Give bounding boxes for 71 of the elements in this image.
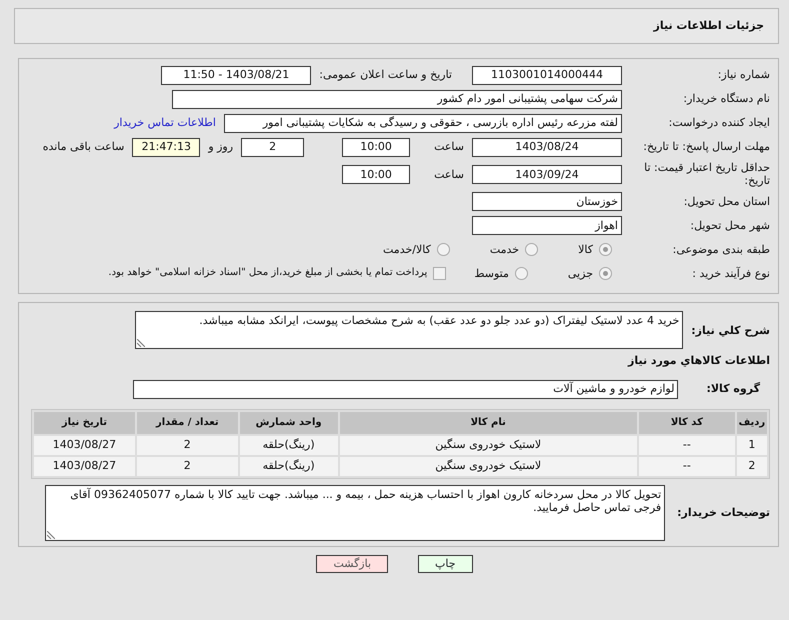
field-label: طبقه بندی موضوعی:	[672, 242, 770, 256]
print-button[interactable]: چاپ	[418, 554, 473, 573]
description-text: خرید 4 عدد لاستیک لیفتراک (دو عدد جلو دو عدد عقب) به شرح مشخصات پیوست، ایرانکد مشابه میباشد.	[199, 314, 680, 328]
column-header: واحد شمارش	[240, 412, 338, 434]
field-label: نام دستگاه خریدار:	[682, 92, 770, 106]
section-heading: اطلاعات کالاهاي مورد نياز	[626, 354, 770, 368]
table-cell: 2	[136, 436, 238, 455]
table-cell: --	[638, 436, 735, 455]
radio-button[interactable]	[436, 242, 450, 256]
city-field[interactable]: اهواز	[472, 216, 622, 235]
notes-field[interactable]: تحویل کالا در محل سردخانه کارون اهواز با احتساب هزینه حمل ، بیمه و ... میباشد. جهت تایید کالا با شماره 09362405077 آقای فرجی تماس حاصل فرمایید.	[45, 484, 666, 541]
resize-grip-icon[interactable]	[47, 530, 56, 539]
table-cell: (رینگ)حلقه	[240, 436, 338, 455]
field-label: استان محل تحویل:	[682, 194, 770, 208]
radio-label: جزیی	[568, 266, 593, 280]
column-header: تعداد / مقدار	[136, 412, 238, 434]
remaining-label: ساعت باقی مانده	[42, 140, 124, 154]
table-cell: لاستیک خودروی سنگین	[340, 456, 637, 476]
contact-link[interactable]: اطلاعات تماس خریدار	[114, 116, 216, 130]
radio-label: کالا/خدمت	[383, 242, 431, 256]
page-title: جزئیات اطلاعات نیاز	[654, 19, 764, 33]
field-label: گروه کالا:	[706, 382, 760, 396]
field-label: ایجاد کننده درخواست:	[668, 116, 770, 130]
days-field[interactable]: 2	[241, 138, 304, 156]
radio-label: متوسط	[474, 266, 509, 280]
field-label: تاریخ و ساعت اعلان عمومی:	[319, 68, 452, 82]
checkbox[interactable]	[433, 266, 446, 280]
radio-button[interactable]	[599, 242, 612, 256]
date-field[interactable]: 1403/09/24	[472, 164, 622, 184]
table-cell: 1403/08/27	[34, 436, 135, 455]
column-header: نام کالا	[340, 412, 637, 434]
goods-group-field[interactable]: لوازم خودرو و ماشین آلات	[133, 380, 678, 399]
payment-note: پرداخت تمام یا بخشی از مبلغ خرید،از محل "اسناد خزانه اسلامی" خواهد بود.	[108, 267, 428, 280]
radio-label: خدمت	[490, 242, 520, 256]
requester-field[interactable]: لفته مزرعه رئیس اداره بازرسی ، حقوقی و رسیدگی به شکایات پشتیبانی امور	[224, 114, 622, 132]
field-label: مهلت ارسال پاسخ: تا تاریخ:	[642, 140, 770, 154]
table-cell: لاستیک خودروی سنگین	[340, 436, 637, 455]
time-field[interactable]: 10:00	[342, 164, 410, 184]
field-label: توضیحات خریدار:	[677, 506, 770, 520]
notes-text: تحویل کالا در محل سردخانه کارون اهواز با احتساب هزینه حمل ، بیمه و ... میباشد. جهت تایید کالا با شماره 09362405077 آقای فرجی تماس حاصل فرمایید.	[70, 488, 662, 514]
resize-grip-icon[interactable]	[137, 339, 146, 348]
field-label: نوع فرآیند خرید :	[691, 266, 770, 280]
time-field[interactable]: 10:00	[342, 138, 410, 156]
table-cell: 2	[736, 456, 767, 476]
table-cell: 2	[136, 456, 238, 476]
remaining-time-field[interactable]: 21:47:13	[132, 138, 200, 156]
column-header: تاریخ نیاز	[34, 412, 135, 434]
time-label: ساعت	[434, 168, 464, 181]
field-label: شهر محل تحویل:	[689, 218, 770, 232]
radio-button[interactable]	[525, 242, 538, 256]
radio-label: کالا	[578, 242, 593, 256]
description-field[interactable]: خرید 4 عدد لاستیک لیفتراک (دو عدد جلو دو عدد عقب) به شرح مشخصات پیوست، ایرانکد مشابه میباشد.	[135, 311, 684, 350]
table-cell: (رینگ)حلقه	[240, 456, 338, 476]
column-header: ردیف	[736, 412, 767, 434]
date-field[interactable]: 1403/08/24	[472, 138, 622, 156]
radio-button[interactable]	[599, 266, 612, 280]
need-number-field[interactable]: 1103001014000444	[472, 66, 622, 84]
back-button[interactable]: بازگشت	[316, 554, 388, 573]
announce-date-field[interactable]: 1403/08/21 - 11:50	[161, 66, 312, 84]
field-label: شرح کلي نياز:	[691, 324, 770, 337]
radio-button[interactable]	[514, 266, 528, 280]
column-header: کد کالا	[638, 412, 735, 434]
table-cell: 1	[736, 436, 767, 455]
buyer-field[interactable]: شرکت سهامی پشتیبانی امور دام کشور	[172, 90, 622, 108]
time-label: ساعت	[434, 140, 464, 154]
field-label: شماره نیاز:	[716, 68, 770, 82]
province-field[interactable]: خوزستان	[472, 192, 622, 211]
table-cell: 1403/08/27	[34, 456, 135, 476]
days-label: روز و	[208, 140, 234, 154]
field-label: حداقل تاریخ اعتبار قیمت: تا تاریخ:	[643, 161, 770, 188]
table-cell: --	[638, 456, 735, 476]
